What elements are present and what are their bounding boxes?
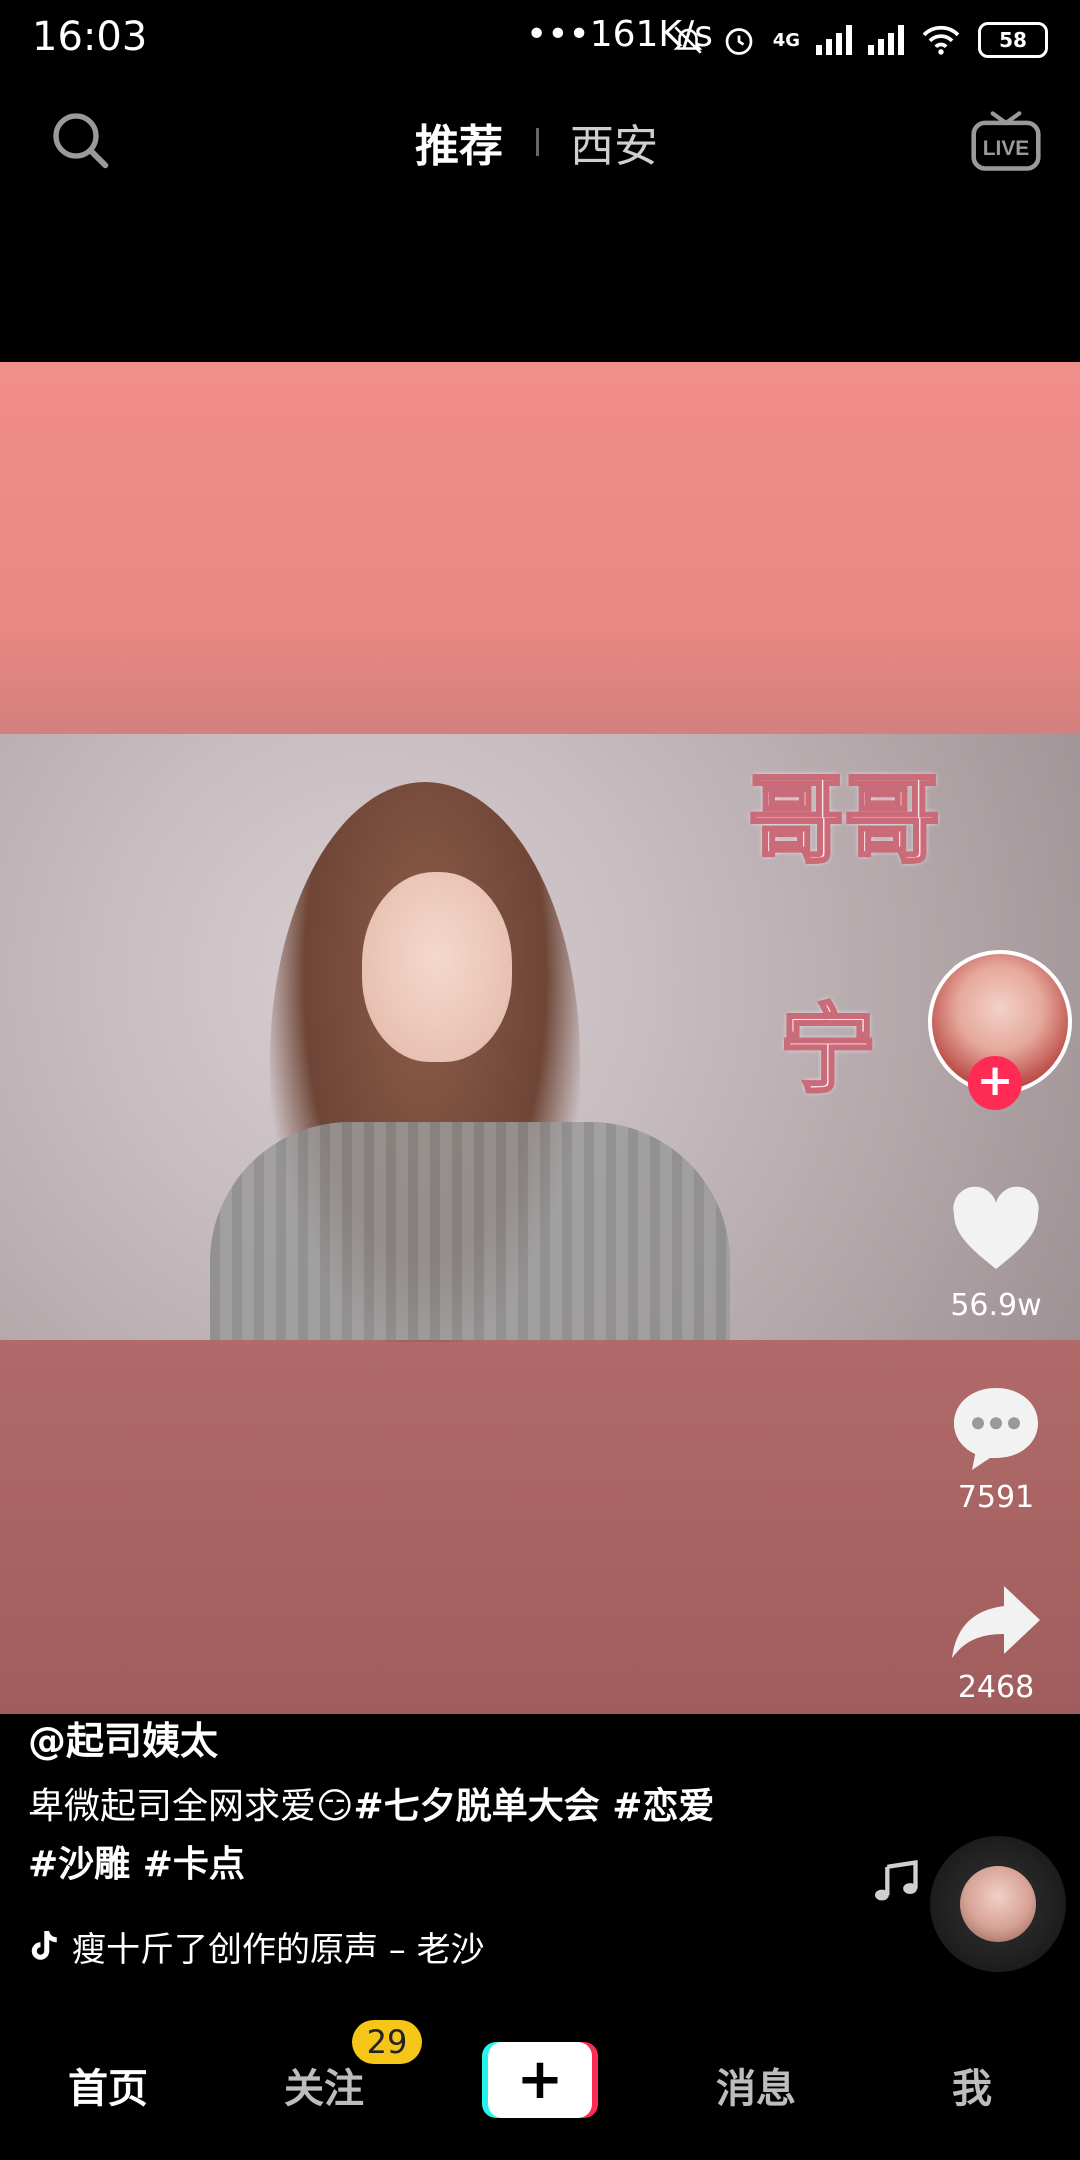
music-disc-cover xyxy=(960,1866,1036,1942)
smirk-emoji: 😏 xyxy=(316,1786,354,1827)
network-type: 4G xyxy=(772,29,800,51)
comment-count: 7591 xyxy=(957,1480,1035,1515)
tab-divider xyxy=(536,128,539,156)
video-description: 卑微起司全网求爱😏#七夕脱单大会 #恋爱 #沙雕 #卡点 xyxy=(28,1778,868,1894)
follow-badge: 29 xyxy=(352,2020,422,2064)
status-time: 16:03 xyxy=(32,14,148,60)
nav-follow[interactable]: 关注 xyxy=(244,2056,404,2114)
svg-text:LIVE: LIVE xyxy=(983,137,1029,160)
tab-city[interactable]: 西安 xyxy=(570,110,658,174)
like-count: 56.9w xyxy=(950,1288,1042,1323)
mute-bell-icon xyxy=(673,26,703,54)
author-handle[interactable]: @起司姨太 xyxy=(28,1710,218,1765)
heart-icon[interactable] xyxy=(948,1184,1044,1274)
comment-icon[interactable] xyxy=(948,1380,1044,1472)
music-title: 瘦十斤了创作的原声 – 老沙 xyxy=(72,1929,485,1970)
nav-messages[interactable]: 消息 xyxy=(676,2056,836,2114)
person-face xyxy=(362,872,512,1062)
share-icon[interactable] xyxy=(948,1582,1044,1662)
video-overlay-text-2: 宁 xyxy=(779,993,878,1108)
hashtag-line-2[interactable]: #沙雕 #卡点 xyxy=(28,1844,245,1885)
music-note-icon xyxy=(874,1860,918,1901)
battery-indicator: 58 xyxy=(978,22,1048,58)
video-overlay-text: 哥哥 xyxy=(747,763,942,878)
person-shirt xyxy=(210,1122,730,1340)
nav-me[interactable]: 我 xyxy=(892,2056,1052,2114)
music-row[interactable]: 瘦十斤了创作的原声 – 老沙 xyxy=(28,1924,562,1970)
description-text: 卑微起司全网求爱 xyxy=(28,1786,317,1827)
nav-home[interactable]: 首页 xyxy=(28,2056,188,2114)
hashtag-line-1[interactable]: #七夕脱单大会 #恋爱 xyxy=(354,1786,715,1827)
wifi-icon xyxy=(922,25,960,55)
status-icons: 4G 58 xyxy=(671,18,1048,62)
tiktok-logo-icon xyxy=(31,1931,57,1960)
status-bar: 16:03 •••161K/s 4G 58 xyxy=(0,0,1080,80)
top-nav: 推荐 西安 LIVE xyxy=(0,88,1080,188)
search-icon[interactable] xyxy=(48,108,112,172)
plus-icon: + xyxy=(488,2042,592,2118)
add-video-button[interactable]: + xyxy=(482,2042,598,2118)
bottom-nav: 首页 关注 29 + 消息 我 xyxy=(0,2020,1080,2160)
tab-recommend[interactable]: 推荐 xyxy=(415,110,503,174)
signal-2-icon xyxy=(868,25,904,55)
follow-plus-button[interactable]: + xyxy=(968,1056,1022,1110)
signal-icon xyxy=(816,25,852,55)
share-count: 2468 xyxy=(957,1670,1035,1705)
live-icon[interactable]: LIVE xyxy=(968,102,1044,178)
alarm-icon xyxy=(725,28,753,55)
